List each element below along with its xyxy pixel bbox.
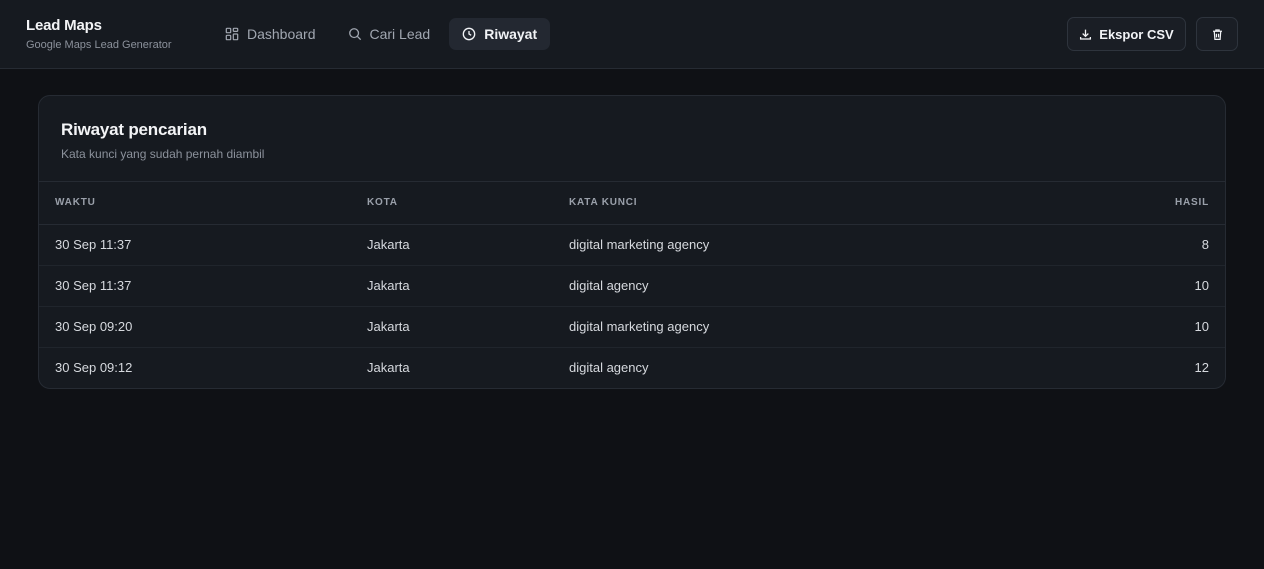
table-row[interactable]: 30 Sep 11:37 Jakarta digital agency 10 — [39, 265, 1225, 307]
cell-kata-kunci: digital marketing agency — [569, 224, 1085, 266]
table-row[interactable]: 30 Sep 09:12 Jakarta digital agency 12 — [39, 347, 1225, 388]
export-csv-button[interactable]: Ekspor CSV — [1067, 17, 1186, 51]
cell-waktu: 30 Sep 11:37 — [39, 265, 367, 307]
cell-kota: Jakarta — [367, 224, 569, 266]
brand: Lead Maps Google Maps Lead Generator — [26, 17, 216, 51]
column-hasil: HASIL — [1085, 182, 1225, 225]
history-table: WAKTU KOTA KATA KUNCI HASIL 30 Sep 11:37… — [39, 182, 1225, 388]
download-icon — [1080, 29, 1092, 40]
cell-kota: Jakarta — [367, 265, 569, 307]
table-row[interactable]: 30 Sep 11:37 Jakarta digital marketing a… — [39, 224, 1225, 266]
table-header-row: WAKTU KOTA KATA KUNCI HASIL — [39, 182, 1225, 225]
history-subtitle: Kata kunci yang sudah pernah diambil — [61, 147, 265, 161]
cell-hasil: 10 — [1085, 306, 1225, 348]
cell-hasil: 10 — [1085, 265, 1225, 307]
top-bar: Lead Maps Google Maps Lead Generator Das… — [0, 0, 1264, 69]
nav-riwayat[interactable]: Riwayat — [449, 18, 551, 50]
nav-cari-lead[interactable]: Cari Lead — [335, 18, 444, 50]
header-actions: Ekspor CSV — [1067, 17, 1238, 51]
history-title: Riwayat pencarian — [61, 120, 207, 139]
trash-icon — [1212, 28, 1222, 40]
cell-waktu: 30 Sep 11:37 — [39, 224, 367, 266]
cell-hasil: 12 — [1194, 360, 1209, 376]
nav-cari-lead-label: Cari Lead — [369, 26, 431, 42]
column-kota: KOTA — [367, 182, 569, 225]
table-row[interactable]: 30 Sep 09:20 Jakarta digital marketing a… — [39, 306, 1225, 348]
cell-kota: Jakarta — [367, 360, 410, 376]
cell-waktu: 30 Sep 09:20 — [39, 306, 367, 348]
column-waktu: WAKTU — [39, 182, 367, 225]
search-icon — [348, 28, 361, 41]
history-card-header: Riwayat pencarian Kata kunci yang sudah … — [39, 96, 1225, 182]
app-title: Lead Maps — [26, 17, 102, 34]
app-subtitle: Google Maps Lead Generator — [26, 39, 172, 51]
grid-icon — [225, 27, 239, 41]
nav-dashboard[interactable]: Dashboard — [212, 18, 329, 50]
column-kata-kunci: KATA KUNCI — [569, 182, 1085, 225]
history-card: Riwayat pencarian Kata kunci yang sudah … — [38, 95, 1226, 389]
export-csv-label: Ekspor CSV — [1099, 26, 1174, 42]
cell-kota: Jakarta — [367, 306, 569, 348]
nav-riwayat-label: Riwayat — [484, 26, 538, 42]
clear-history-button[interactable] — [1196, 17, 1238, 51]
cell-kata-kunci: digital marketing agency — [569, 306, 1085, 348]
cell-hasil: 8 — [1085, 224, 1225, 266]
cell-waktu: 30 Sep 09:12 — [55, 360, 133, 376]
cell-kata-kunci: digital agency — [569, 360, 649, 376]
nav-dashboard-label: Dashboard — [247, 26, 316, 42]
cell-kata-kunci: digital agency — [569, 265, 1085, 307]
clock-icon — [462, 27, 476, 41]
main-nav: Dashboard Cari Lead Riwayat — [212, 18, 551, 50]
